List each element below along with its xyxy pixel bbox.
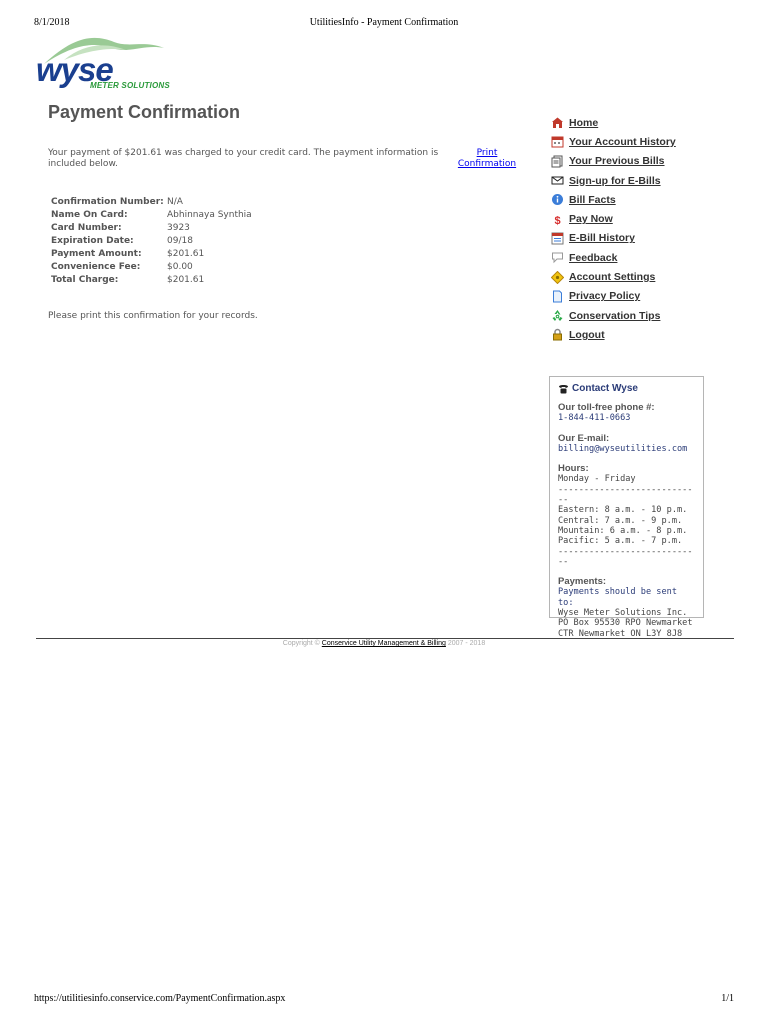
hours-central: Central: 7 a.m. - 9 p.m.: [558, 515, 683, 526]
payments-note: Payments should be sent to:: [558, 587, 677, 608]
confirmation-row: Expiration Date: 09/18: [51, 235, 252, 248]
confirmation-label: Card Number:: [51, 223, 122, 233]
hours-eastern: Eastern: 8 a.m. - 10 p.m.: [558, 505, 688, 516]
nav-item-bill-facts[interactable]: Bill Facts: [550, 190, 750, 209]
confirmation-label: Payment Amount:: [51, 249, 142, 259]
lock-icon: [550, 328, 564, 342]
confirmation-label: Total Charge:: [51, 275, 119, 285]
phone-icon: [558, 384, 569, 395]
print-confirmation-link[interactable]: Print Confirmation: [455, 148, 519, 170]
nav-item-label: Your Account History: [569, 135, 676, 148]
nav-item-label: Feedback: [569, 251, 618, 264]
hours-divider-top: ----------------------------: [558, 484, 693, 506]
info-icon: [550, 193, 564, 207]
nav-item-label: Conservation Tips: [569, 309, 661, 322]
logo-subtitle: METER SOLUTIONS: [90, 81, 170, 90]
nav-item-label: Pay Now: [569, 213, 613, 226]
confirmation-label: Expiration Date:: [51, 236, 134, 246]
confirmation-value: Abhinnaya Synthia: [167, 210, 252, 220]
print-footer: https://utilitiesinfo.conservice.com/Pay…: [34, 993, 734, 1007]
phone-number[interactable]: 1-844-411-0663: [558, 413, 695, 423]
print-reminder-note: Please print this confirmation for your …: [48, 311, 258, 321]
hours-label: Hours:: [558, 463, 589, 475]
hours-divider-bottom: ----------------------------: [558, 546, 693, 567]
nav-item-your-account-history[interactable]: Your Account History: [550, 132, 750, 151]
confirmation-row: Name On Card: Abhinnaya Synthia: [51, 209, 252, 222]
phone-label: Our toll-free phone #:: [558, 402, 655, 413]
nav-item-label: Logout: [569, 328, 605, 341]
document-icon: [550, 289, 564, 303]
dollar-icon: $: [550, 212, 564, 226]
settings-diamond-icon: [550, 270, 564, 284]
print-header: 8/1/2018 UtilitiesInfo - Payment Confirm…: [34, 17, 734, 31]
copyright-years: 2007 - 2018: [445, 640, 486, 647]
contact-title: Contact Wyse: [558, 384, 695, 395]
nav-item-privacy-policy[interactable]: Privacy Policy: [550, 287, 750, 306]
recycle-icon: [550, 309, 564, 323]
print-url: https://utilitiesinfo.conservice.com/Pay…: [34, 993, 286, 1004]
bills-icon: [550, 154, 564, 168]
email-address[interactable]: billing@wyseutilities.com: [558, 444, 695, 454]
confirmation-details-table: Confirmation Number: N/A Name On Card: Abhi…: [51, 196, 252, 287]
payments-address: Wyse Meter Solutions Inc. PO Box 95530 R…: [558, 608, 693, 639]
confirmation-label: Confirmation Number:: [51, 197, 164, 207]
confirmation-value: $201.61: [167, 249, 205, 259]
nav-item-label: Home: [569, 116, 599, 129]
wyse-logo[interactable]: wyse METER SOLUTIONS: [34, 34, 184, 92]
confirmation-value: 09/18: [167, 236, 193, 246]
nav-item-account-settings[interactable]: Account Settings: [550, 267, 750, 286]
nav-item-home[interactable]: Home: [550, 113, 750, 132]
copyright: Copyright © Conservice Utility Managemen…: [0, 640, 768, 647]
confirmation-row: Card Number: 3923: [51, 222, 252, 235]
payments-label: Payments:: [558, 576, 607, 588]
confirmation-value: $201.61: [167, 275, 205, 285]
email-label: Our E-mail:: [558, 432, 610, 444]
page-title: Payment Confirmation: [48, 102, 241, 122]
contact-title-label: Contact Wyse: [572, 383, 638, 395]
confirmation-value: N/A: [167, 197, 183, 207]
footer-divider: [36, 638, 734, 639]
nav-item-logout[interactable]: Logout: [550, 325, 750, 344]
nav-item-feedback[interactable]: Feedback: [550, 248, 750, 267]
confirmation-label: Name On Card:: [51, 210, 128, 220]
envelope-icon: [550, 174, 564, 188]
svg-text:$: $: [554, 215, 560, 226]
nav-item-label: Privacy Policy: [569, 290, 641, 303]
confirmation-value: 3923: [167, 223, 190, 233]
confirmation-value: $0.00: [167, 262, 193, 272]
nav-item-label: E-Bill History: [569, 232, 635, 245]
speech-bubble-icon: [550, 251, 564, 265]
nav-item-pay-now[interactable]: $ Pay Now: [550, 209, 750, 228]
conservice-link[interactable]: Conservice Utility Management & Billing: [322, 640, 446, 647]
ebill-history-icon: [550, 231, 564, 245]
confirmation-row: Payment Amount: $201.61: [51, 248, 252, 261]
print-page-number: 1/1: [721, 993, 734, 1004]
payment-intro-text: Your payment of $201.61 was charged to y…: [48, 148, 439, 169]
confirmation-row: Confirmation Number: N/A: [51, 196, 252, 209]
nav-item-label: Account Settings: [569, 271, 656, 284]
nav-item-label: Your Previous Bills: [569, 155, 665, 168]
nav-item-label: Bill Facts: [569, 193, 616, 206]
nav-item-your-previous-bills[interactable]: Your Previous Bills: [550, 152, 750, 171]
confirmation-row: Convenience Fee: $0.00: [51, 261, 252, 274]
contact-box: Contact Wyse Our toll-free phone #: 1-84…: [549, 376, 704, 639]
copyright-prefix: Copyright ©: [282, 640, 320, 647]
nav-item-conservation-tips[interactable]: Conservation Tips: [550, 306, 750, 325]
nav-item-label: Sign-up for E-Bills: [569, 174, 661, 187]
calendar-icon: [550, 135, 564, 149]
hours-mountain: Mountain: 6 a.m. - 8 p.m.: [558, 525, 688, 536]
confirmation-row: Total Charge: $201.61: [51, 274, 252, 287]
home-icon: [550, 116, 564, 130]
confirmation-label: Convenience Fee:: [51, 262, 141, 272]
sidebar-nav: Home Your Account History Your Previous Bi…: [550, 113, 750, 345]
hours-days: Monday - Friday: [558, 474, 636, 485]
nav-item-e-bill-history[interactable]: E-Bill History: [550, 229, 750, 248]
print-page-title: UtilitiesInfo - Payment Confirmation: [309, 17, 459, 28]
nav-item-sign-up-for-e-bills[interactable]: Sign-up for E-Bills: [550, 171, 750, 190]
hours-pacific: Pacific: 5 a.m. - 7 p.m.: [558, 536, 683, 547]
